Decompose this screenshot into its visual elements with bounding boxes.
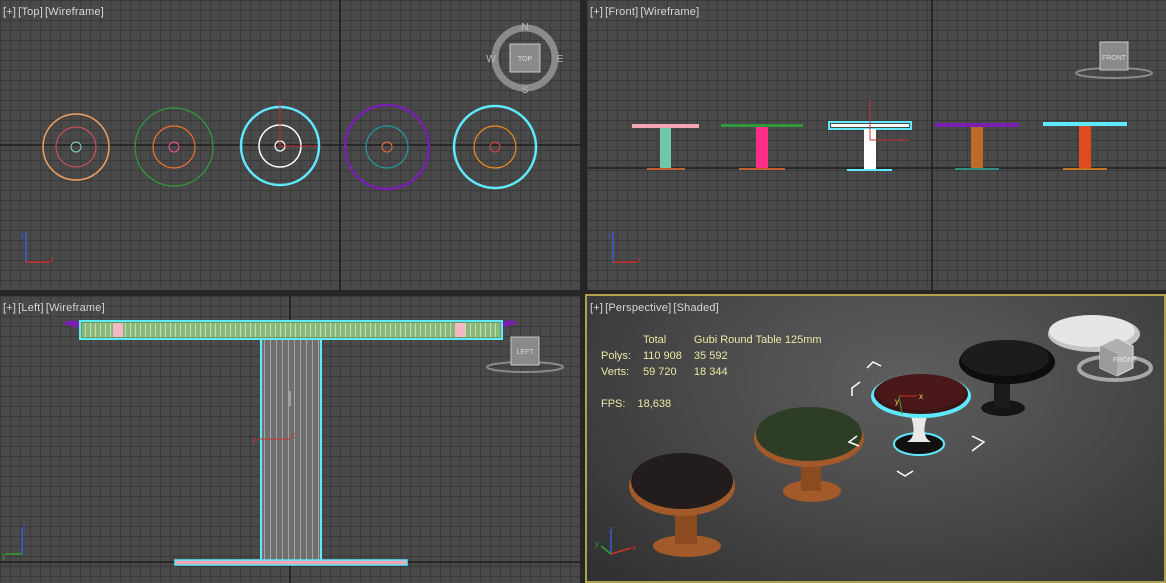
viewport-label[interactable]: [+] [Left] [Wireframe] — [3, 302, 107, 314]
table-front-view-2[interactable] — [721, 124, 803, 170]
statistics-overlay: Total Gubi Round Table 125mm Polys: 110 … — [601, 332, 834, 412]
viewport-view-name[interactable]: [Front] — [605, 6, 638, 18]
viewport-label[interactable]: [+] [Perspective] [Shaded] — [590, 302, 721, 314]
table-front-view-1[interactable] — [632, 124, 699, 170]
axis-tripod: x z y — [595, 525, 636, 555]
svg-text:N: N — [521, 22, 528, 33]
stats-header-object: Gubi Round Table 125mm — [693, 334, 822, 346]
table-front-view-5[interactable] — [1043, 122, 1127, 170]
viewport-shading-mode[interactable]: [Wireframe] — [640, 6, 699, 18]
stats-polys-object: 35 592 — [693, 350, 728, 362]
table-side-view-selected[interactable]: y x — [62, 320, 518, 566]
stats-verts-label: Verts: — [601, 366, 630, 378]
stats-header-total: Total — [642, 334, 667, 346]
table-front-view-3-selected[interactable] — [828, 100, 912, 171]
axis-tripod: z y — [2, 522, 26, 560]
svg-text:y: y — [595, 539, 599, 548]
front-view-canvas: FRONT x z — [587, 0, 1166, 290]
viewport-label[interactable]: [+] [Front] [Wireframe] — [590, 6, 701, 18]
viewcube-left[interactable]: LEFT — [486, 336, 564, 373]
stats-polys-total: 110 908 — [642, 350, 682, 362]
svg-text:y: y — [2, 551, 6, 560]
viewport-menu-plus[interactable]: [+] — [3, 302, 16, 314]
svg-text:z: z — [607, 231, 611, 240]
axis-tripod: x y — [20, 231, 54, 264]
viewport-perspective[interactable]: y x FRONT x z y [+] [Perspective] [Shade… — [585, 294, 1166, 583]
viewport-top[interactable]: TOP N S E W x y [+] [Top] [Wireframe] — [0, 0, 580, 290]
stats-polys-label: Polys: — [601, 350, 631, 362]
svg-text:x: x — [291, 431, 295, 440]
svg-text:z: z — [609, 525, 613, 534]
svg-text:y: y — [252, 435, 256, 444]
svg-text:y: y — [20, 231, 24, 240]
table-persp-2[interactable] — [754, 407, 864, 502]
table-top-view-4[interactable] — [343, 103, 431, 191]
table-persp-1[interactable] — [629, 453, 735, 557]
svg-text:W: W — [486, 54, 496, 65]
viewport-view-name[interactable]: [Perspective] — [605, 302, 671, 314]
svg-text:E: E — [557, 54, 564, 65]
svg-text:z: z — [22, 522, 26, 531]
viewcube-front[interactable]: FRONT — [1075, 41, 1153, 79]
viewport-shading-mode[interactable]: [Wireframe] — [46, 302, 105, 314]
viewcube-top[interactable]: TOP N S E W — [486, 22, 563, 96]
svg-text:FRONT: FRONT — [1102, 55, 1127, 62]
viewport-view-name[interactable]: [Left] — [18, 302, 44, 314]
table-top-view-1[interactable] — [42, 113, 110, 181]
viewport-shading-mode[interactable]: [Shaded] — [673, 302, 719, 314]
table-front-view-4[interactable] — [935, 123, 1019, 170]
viewport-view-name[interactable]: [Top] — [18, 6, 43, 18]
viewport-label[interactable]: [+] [Top] [Wireframe] — [3, 6, 106, 18]
table-persp-3-selected[interactable]: y x — [847, 361, 990, 477]
svg-text:TOP: TOP — [518, 56, 533, 63]
stats-fps-value: 18,638 — [637, 398, 672, 410]
svg-text:x: x — [632, 543, 636, 552]
viewport-left[interactable]: y x LEFT z y [+] [Left] [Wireframe] — [0, 296, 580, 583]
svg-text:FRONT: FRONT — [1113, 357, 1138, 364]
svg-text:x: x — [50, 255, 54, 264]
viewport-menu-plus[interactable]: [+] — [590, 6, 603, 18]
viewport-front[interactable]: FRONT x z [+] [Front] [Wireframe] — [587, 0, 1166, 290]
viewport-shading-mode[interactable]: [Wireframe] — [45, 6, 104, 18]
viewport-menu-plus[interactable]: [+] — [590, 302, 603, 314]
svg-text:x: x — [637, 255, 641, 264]
left-view-canvas: y x LEFT z y — [0, 296, 580, 583]
svg-text:S: S — [522, 85, 529, 96]
svg-text:y: y — [895, 397, 899, 406]
stats-verts-total: 59 720 — [642, 366, 677, 378]
table-top-view-2[interactable] — [134, 107, 214, 187]
table-top-view-3-selected[interactable] — [239, 100, 321, 187]
table-persp-4[interactable] — [959, 340, 1055, 416]
axis-tripod: x z — [607, 231, 641, 264]
top-view-canvas: TOP N S E W x y — [0, 0, 580, 290]
svg-text:LEFT: LEFT — [516, 349, 534, 356]
stats-fps-label: FPS: — [601, 398, 626, 410]
svg-text:x: x — [919, 392, 923, 401]
stats-verts-object: 18 344 — [693, 366, 728, 378]
viewport-menu-plus[interactable]: [+] — [3, 6, 16, 18]
table-top-view-5[interactable] — [452, 104, 538, 190]
